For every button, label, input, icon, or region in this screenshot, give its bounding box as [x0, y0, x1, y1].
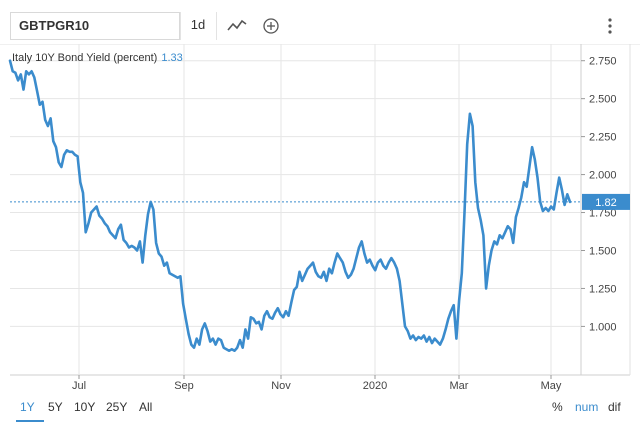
y-tick-label: 2.250	[589, 132, 617, 144]
yield-series-line	[8, 59, 572, 353]
line-chart-icon	[227, 19, 247, 31]
current-value-label: 1.82	[595, 197, 616, 209]
x-tick-label: Mar	[450, 380, 469, 392]
x-tick-label: May	[541, 380, 562, 392]
x-tick-label: Sep	[174, 380, 194, 392]
range-25y-button[interactable]: 25Y	[106, 400, 127, 414]
num-mode-button[interactable]: num	[575, 400, 598, 414]
toolbar: GBTPGR10 1d	[0, 0, 640, 44]
interval-button[interactable]: 1d	[181, 12, 215, 40]
dif-mode-button[interactable]: dif	[608, 400, 621, 414]
y-tick-label: 1.250	[589, 283, 617, 295]
vertical-dots-icon	[608, 18, 612, 34]
x-tick-label: Jul	[72, 380, 86, 392]
range-10y-button[interactable]: 10Y	[74, 400, 95, 414]
y-tick-label: 2.750	[589, 56, 617, 68]
range-all-button[interactable]: All	[139, 400, 152, 414]
range-1y-button[interactable]: 1Y	[20, 400, 35, 414]
range-active-indicator	[16, 420, 44, 422]
x-tick-label: 2020	[363, 380, 387, 392]
y-tick-label: 1.500	[589, 245, 617, 257]
y-tick-label: 1.000	[589, 321, 617, 333]
series-name: Italy 10Y Bond Yield (percent)	[12, 52, 158, 64]
range-5y-button[interactable]: 5Y	[48, 400, 63, 414]
y-tick-label: 2.500	[589, 94, 617, 106]
x-tick-label: Nov	[271, 380, 291, 392]
y-tick-label: 2.000	[589, 170, 617, 182]
range-selector: 1Y 5Y 10Y 25Y All % num dif	[0, 392, 640, 422]
chart-type-button[interactable]	[222, 12, 252, 40]
series-value: 1.33	[161, 52, 183, 64]
yield-line-chart[interactable]: 1.0001.2501.5001.7502.0002.2502.5002.750…	[0, 44, 640, 392]
compare-button[interactable]	[258, 12, 284, 40]
more-menu-button[interactable]	[600, 14, 620, 38]
percent-mode-button[interactable]: %	[552, 400, 563, 414]
plus-circle-icon	[263, 18, 279, 34]
symbol-input[interactable]: GBTPGR10	[10, 12, 180, 40]
series-label: Italy 10Y Bond Yield (percent) 1.33	[12, 52, 183, 64]
toolbar-divider	[216, 12, 217, 40]
